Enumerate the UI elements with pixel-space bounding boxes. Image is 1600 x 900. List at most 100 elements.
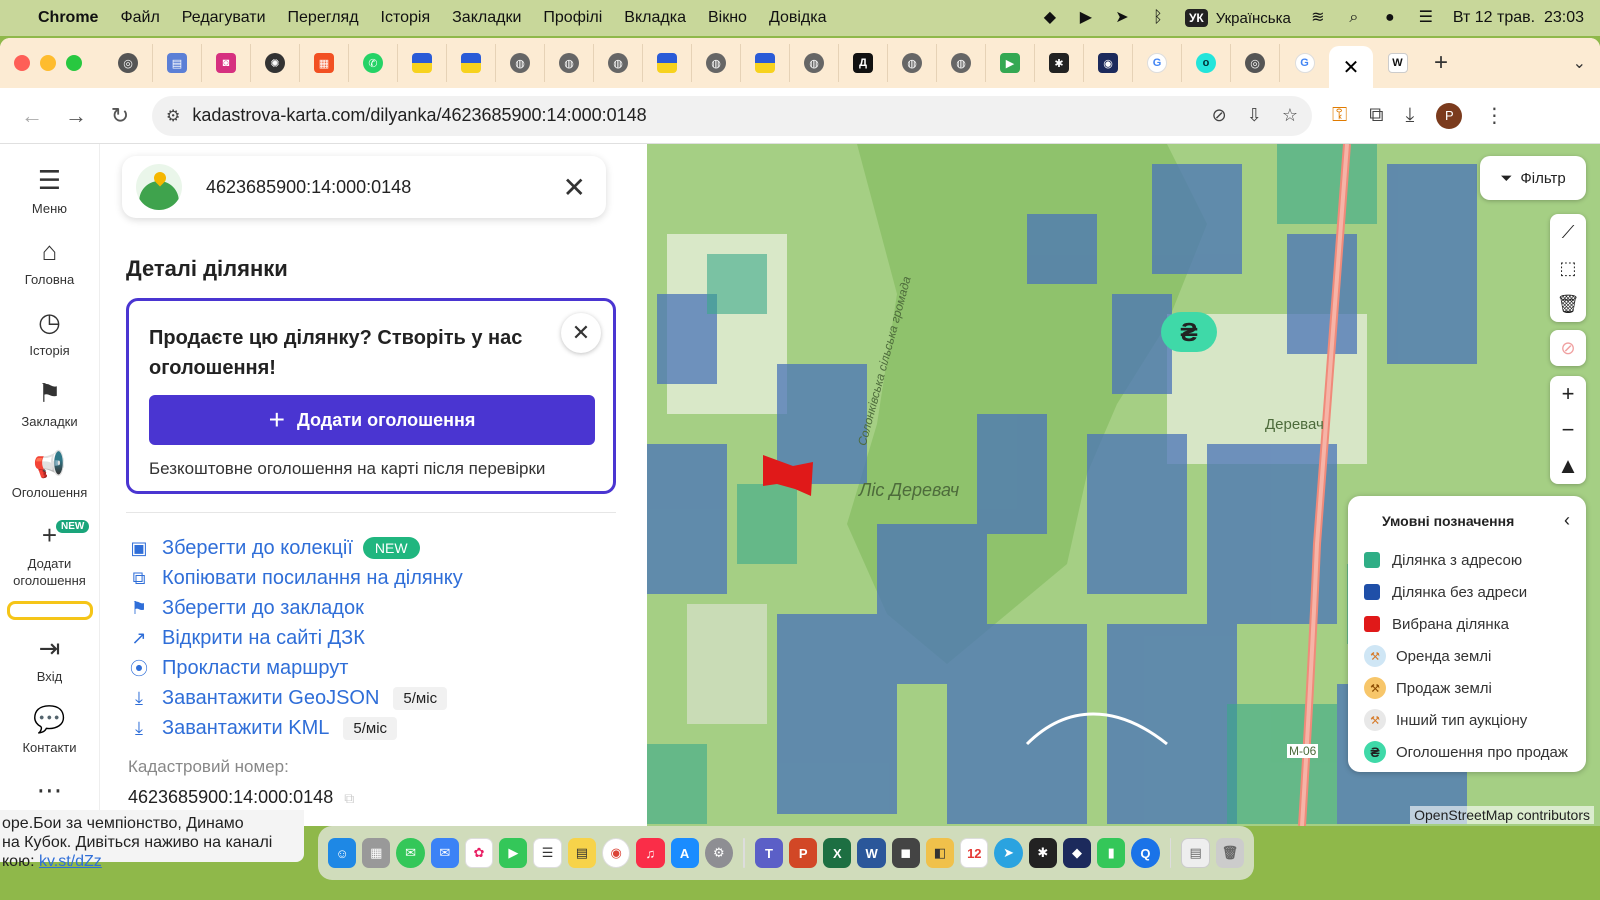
tab[interactable]: ◎ xyxy=(104,44,153,82)
measure-line-icon[interactable]: ⟋ xyxy=(1550,214,1586,250)
notification-banner[interactable]: оре.Бои за чемпіонство, Динамо на Кубок.… xyxy=(0,810,304,870)
new-tab-plus-icon[interactable]: + xyxy=(1434,49,1448,77)
extension-status-icon[interactable]: ◆ xyxy=(1041,9,1059,27)
zoom-in-icon[interactable]: + xyxy=(1550,376,1586,412)
mail-icon[interactable]: ✉ xyxy=(430,838,459,868)
photos-icon[interactable]: ✿ xyxy=(464,838,494,868)
menu-app-name[interactable]: Chrome xyxy=(38,9,98,27)
menu-edit[interactable]: Редагувати xyxy=(182,9,266,27)
launchpad-icon[interactable]: ▦ xyxy=(362,838,391,868)
wifi-icon[interactable]: ≋ xyxy=(1309,9,1327,27)
menu-bookmarks[interactable]: Закладки xyxy=(452,9,521,27)
tab[interactable]: ◍ xyxy=(888,44,937,82)
promo-close-icon[interactable]: ✕ xyxy=(561,313,601,353)
download-geojson-link[interactable]: ⤓ Завантажити GeoJSON 5/міс xyxy=(128,683,619,713)
music-icon[interactable]: ♫ xyxy=(636,838,665,868)
tab[interactable]: ◍ xyxy=(692,44,741,82)
tab[interactable]: ◍ xyxy=(545,44,594,82)
filter-button[interactable]: ⏷ Фільтр xyxy=(1480,156,1586,200)
close-window-button[interactable] xyxy=(14,55,30,71)
nav-history[interactable]: ◷ Історія xyxy=(0,306,100,359)
tab[interactable] xyxy=(447,44,496,82)
back-arrow-icon[interactable]: ← xyxy=(14,98,50,134)
menu-tab[interactable]: Вкладка xyxy=(624,9,686,27)
menu-history[interactable]: Історія xyxy=(381,9,431,27)
copy-link-link[interactable]: ⧉ Копіювати посилання на ділянку xyxy=(128,563,619,593)
search-input[interactable]: 4623685900:14:000:0148 xyxy=(206,177,411,198)
pattern-app-icon[interactable]: ✱ xyxy=(1028,838,1057,868)
keyboard-language[interactable]: Українська xyxy=(1216,10,1291,27)
zoom-window-button[interactable] xyxy=(66,55,82,71)
vpn-icon[interactable]: ◆ xyxy=(1062,838,1092,868)
menu-file[interactable]: Файл xyxy=(120,9,159,27)
tab[interactable]: o xyxy=(1182,44,1231,82)
preview-icon[interactable]: ◧ xyxy=(925,838,955,868)
save-to-collection-link[interactable]: ▣ Зберегти до колекції NEW xyxy=(128,533,619,563)
site-settings-icon[interactable]: ⚙ xyxy=(166,106,180,126)
site-logo-icon[interactable] xyxy=(136,164,182,210)
play-status-icon[interactable]: ▶ xyxy=(1077,9,1095,27)
build-route-link[interactable]: ⦿ Прокласти маршрут xyxy=(128,653,619,683)
tab[interactable] xyxy=(741,44,790,82)
notes-icon[interactable]: ▤ xyxy=(567,838,596,868)
tab[interactable]: ◉ xyxy=(1084,44,1133,82)
clear-search-close-icon[interactable]: ✕ xyxy=(563,171,586,204)
tab[interactable]: G xyxy=(1133,44,1182,82)
keyboard-layout-badge[interactable]: УК xyxy=(1184,9,1208,27)
url-text[interactable]: kadastrova-karta.com/dilyanka/4623685900… xyxy=(192,105,646,126)
app-store-icon[interactable]: A xyxy=(670,838,699,868)
calendar-icon[interactable]: 12 xyxy=(960,838,989,868)
extensions-puzzle-icon[interactable]: ⧉ xyxy=(1369,104,1383,127)
chrome-icon[interactable]: ◉ xyxy=(601,838,631,868)
cadastral-map[interactable]: Ліс Деревач Солонківська сільська громад… xyxy=(647,144,1600,826)
spotlight-search-icon[interactable]: ⌕ xyxy=(1345,9,1363,27)
utility-icon[interactable]: ◼ xyxy=(891,838,920,868)
minimize-window-button[interactable] xyxy=(40,55,56,71)
menu-help[interactable]: Довідка xyxy=(769,9,827,27)
nav-login[interactable]: ⇥ Вхід xyxy=(0,632,100,685)
tab-search-chevron-icon[interactable]: ⌄ xyxy=(1573,53,1586,73)
tab[interactable]: W xyxy=(1373,44,1422,82)
tab[interactable]: ▦ xyxy=(300,44,349,82)
copy-icon[interactable]: ⧉ xyxy=(344,790,354,806)
tab[interactable]: G xyxy=(1280,44,1329,82)
extension-key-icon[interactable]: ⚿ xyxy=(1332,104,1347,127)
sale-ads-cluster-marker[interactable]: ₴ xyxy=(1161,312,1217,352)
address-bar[interactable]: ⚙ kadastrova-karta.com/dilyanka/46236859… xyxy=(152,95,1312,136)
tab[interactable]: ◎ xyxy=(1231,44,1280,82)
tab[interactable]: Д xyxy=(839,44,888,82)
system-settings-icon[interactable]: ⚙ xyxy=(704,838,733,868)
add-ad-button[interactable]: + Додати оголошення xyxy=(149,395,595,445)
word-icon[interactable]: W xyxy=(857,838,886,868)
location-blocked-icon[interactable]: ⊘ xyxy=(1212,105,1227,126)
nav-contacts[interactable]: 💬 Контакти xyxy=(0,703,100,756)
telegram-status-icon[interactable]: ➤ xyxy=(1113,9,1131,27)
browser-app-icon[interactable]: Q xyxy=(1131,838,1160,868)
tab[interactable]: ◍ xyxy=(594,44,643,82)
nav-home[interactable]: ⌂ Головна xyxy=(0,235,100,288)
menu-profiles[interactable]: Профілі xyxy=(543,9,602,27)
download-kml-link[interactable]: ⤓ Завантажити KML 5/міс xyxy=(128,713,619,743)
tab[interactable]: ✆ xyxy=(349,44,398,82)
nav-ads[interactable]: 📢 Оголошення xyxy=(0,448,100,501)
map-attribution[interactable]: OpenStreetMap contributors xyxy=(1410,806,1594,824)
reminders-icon[interactable]: ☰ xyxy=(533,838,562,868)
teams-icon[interactable]: T xyxy=(754,838,784,868)
numbers-icon[interactable]: ▮ xyxy=(1097,838,1126,868)
menu-window[interactable]: Вікно xyxy=(708,9,747,27)
powerpoint-icon[interactable]: P xyxy=(789,838,818,868)
active-tab-close-button[interactable]: ✕ xyxy=(1329,46,1373,88)
forward-arrow-icon[interactable]: → xyxy=(58,98,94,134)
chrome-menu-icon[interactable]: ⋮ xyxy=(1484,103,1504,128)
nav-bookmarks[interactable]: ⚑ Закладки xyxy=(0,377,100,430)
telegram-icon[interactable]: ➤ xyxy=(994,838,1023,868)
notification-link[interactable]: kv.st/dZz xyxy=(39,853,102,870)
tab[interactable]: ◍ xyxy=(937,44,986,82)
downloads-icon[interactable]: ⤓ xyxy=(1406,104,1415,127)
tab[interactable]: ▤ xyxy=(153,44,202,82)
bookmark-star-icon[interactable]: ☆ xyxy=(1282,105,1298,126)
install-app-icon[interactable]: ⇩ xyxy=(1247,105,1262,126)
open-dzk-link[interactable]: ↗ Відкрити на сайті ДЗК xyxy=(128,623,619,653)
tab[interactable]: ◙ xyxy=(202,44,251,82)
excel-icon[interactable]: X xyxy=(823,838,852,868)
